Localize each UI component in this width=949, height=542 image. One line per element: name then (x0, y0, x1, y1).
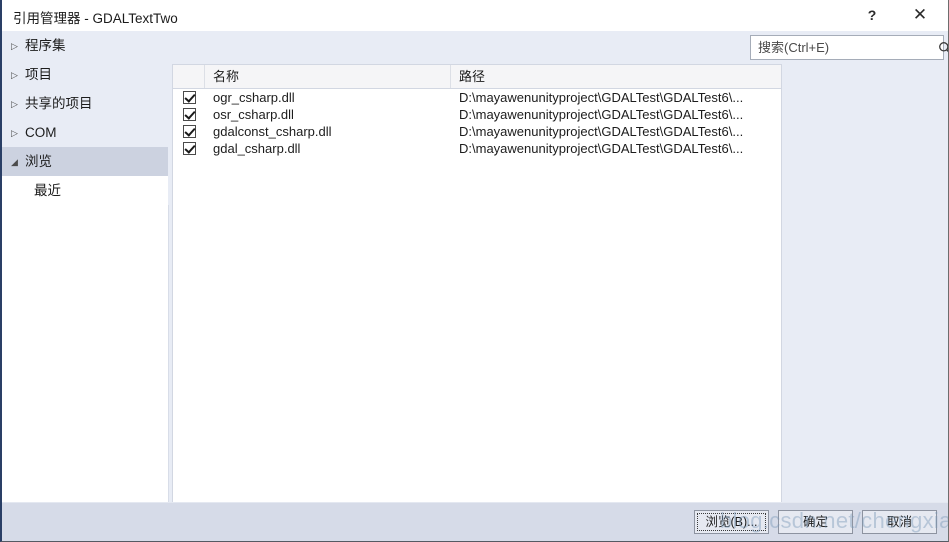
row-name: osr_csharp.dll (213, 107, 294, 122)
sidebar: ▷ 程序集 ▷ 项目 ▷ 共享的项目 ▷ COM ◢ 浏览 最近 (2, 31, 169, 510)
ok-button[interactable]: 确定 (778, 510, 853, 534)
checkbox-checked-icon[interactable] (182, 91, 196, 104)
table-row[interactable]: ogr_csharp.dll D:\mayawenunityproject\GD… (173, 89, 781, 106)
chevron-right-icon: ▷ (11, 128, 18, 138)
row-checkbox-cell[interactable] (173, 91, 205, 104)
table-row[interactable]: gdal_csharp.dll D:\mayawenunityproject\G… (173, 140, 781, 157)
reference-list-panel: 名称 路径 ogr_csharp.dll D:\mayawenunityproj… (172, 64, 782, 534)
row-path: D:\mayawenunityproject\GDALTest\GDALTest… (459, 90, 744, 105)
dialog-body: ▷ 程序集 ▷ 项目 ▷ 共享的项目 ▷ COM ◢ 浏览 最近 搜索(Ctrl… (2, 31, 948, 541)
footer-button-group: 浏览(B)... 确定 取消 (694, 510, 937, 534)
window-title: 引用管理器 - GDALTextTwo (13, 11, 178, 26)
sidebar-item-label: 程序集 (25, 38, 66, 53)
table-row[interactable]: osr_csharp.dll D:\mayawenunityproject\GD… (173, 106, 781, 123)
sidebar-lower-fill (2, 205, 169, 510)
sidebar-item-projects[interactable]: ▷ 项目 (2, 60, 168, 89)
row-path: D:\mayawenunityproject\GDALTest\GDALTest… (459, 107, 744, 122)
sidebar-item-browse[interactable]: ◢ 浏览 (2, 147, 168, 176)
sidebar-item-label: 浏览 (25, 154, 52, 169)
sidebar-item-shared-projects[interactable]: ▷ 共享的项目 (2, 89, 168, 118)
sidebar-item-com[interactable]: ▷ COM (2, 118, 168, 147)
sidebar-item-label: 共享的项目 (25, 96, 93, 111)
row-path: D:\mayawenunityproject\GDALTest\GDALTest… (459, 124, 744, 139)
chevron-down-icon: ◢ (11, 157, 18, 167)
row-checkbox-cell[interactable] (173, 125, 205, 138)
column-header-checkbox[interactable] (173, 65, 205, 88)
list-rows: ogr_csharp.dll D:\mayawenunityproject\GD… (173, 89, 781, 157)
browse-button[interactable]: 浏览(B)... (694, 510, 769, 534)
row-name: gdal_csharp.dll (213, 141, 301, 156)
sidebar-item-label: 项目 (25, 67, 52, 82)
sidebar-item-assemblies[interactable]: ▷ 程序集 (2, 31, 168, 60)
search-icon[interactable] (938, 36, 948, 59)
title-bar: 引用管理器 - GDALTextTwo ? ✕ (2, 0, 948, 32)
column-header-path[interactable]: 路径 (451, 65, 781, 88)
reference-manager-dialog: 引用管理器 - GDALTextTwo ? ✕ ▷ 程序集 ▷ 项目 ▷ 共享的项目 … (0, 0, 949, 542)
dialog-footer: 浏览(B)... 确定 取消 (2, 502, 948, 541)
help-button[interactable]: ? (851, 0, 893, 30)
cancel-button[interactable]: 取消 (862, 510, 937, 534)
search-box[interactable]: ▾ (750, 35, 948, 60)
sidebar-items: ▷ 程序集 ▷ 项目 ▷ 共享的项目 ▷ COM ◢ 浏览 最近 (2, 31, 168, 205)
row-checkbox-cell[interactable] (173, 108, 205, 121)
row-name: ogr_csharp.dll (213, 90, 295, 105)
row-name: gdalconst_csharp.dll (213, 124, 332, 139)
checkbox-checked-icon[interactable] (182, 125, 196, 138)
close-icon[interactable]: ✕ (899, 0, 941, 30)
list-header-row: 名称 路径 (173, 65, 781, 89)
table-row[interactable]: gdalconst_csharp.dll D:\mayawenunityproj… (173, 123, 781, 140)
chevron-right-icon: ▷ (11, 99, 18, 109)
row-checkbox-cell[interactable] (173, 142, 205, 155)
sidebar-item-label: COM (25, 125, 57, 140)
search-input[interactable] (751, 37, 938, 58)
sidebar-item-recent[interactable]: 最近 (2, 176, 168, 205)
checkbox-checked-icon[interactable] (182, 108, 196, 121)
chevron-right-icon: ▷ (11, 70, 18, 80)
row-path: D:\mayawenunityproject\GDALTest\GDALTest… (459, 141, 744, 156)
column-header-name[interactable]: 名称 (205, 65, 451, 88)
checkbox-checked-icon[interactable] (182, 142, 196, 155)
chevron-right-icon: ▷ (11, 41, 18, 51)
